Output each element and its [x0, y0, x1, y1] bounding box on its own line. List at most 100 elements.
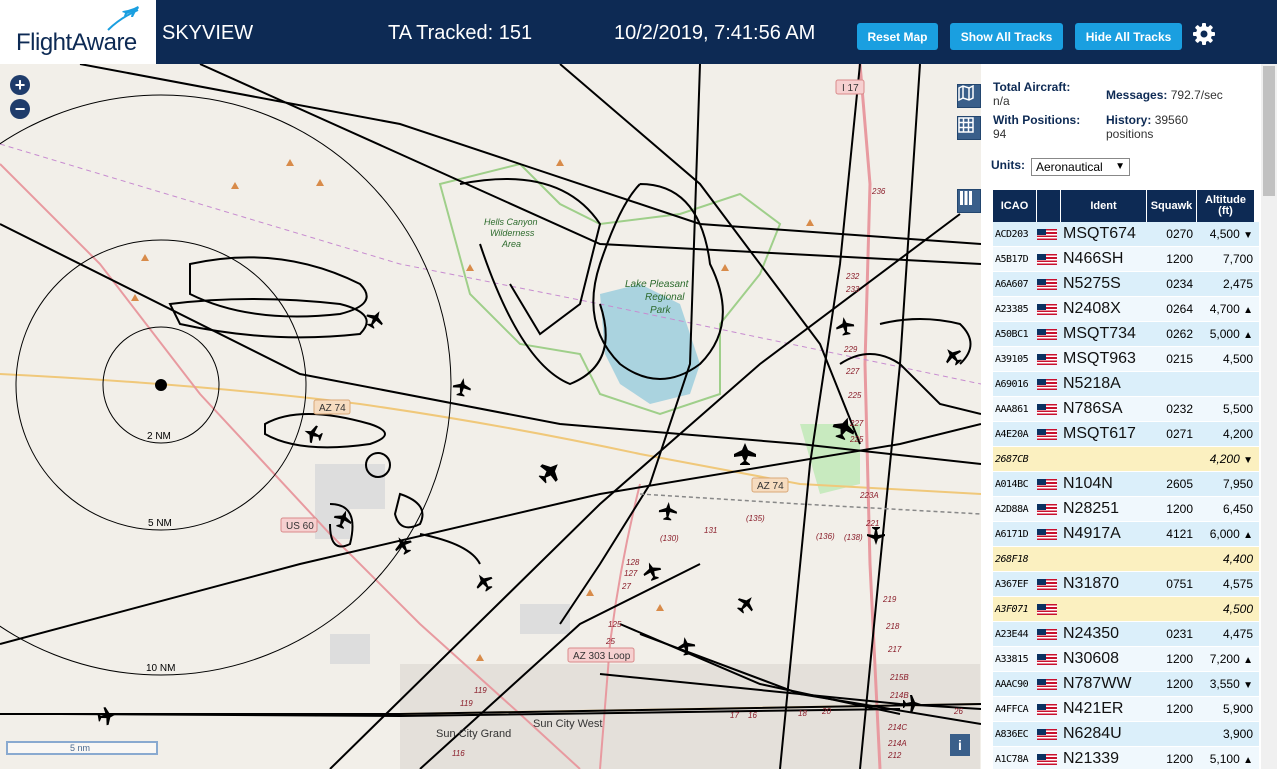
ident-cell: N104N [1063, 475, 1113, 492]
svg-text:20: 20 [821, 707, 831, 716]
table-row[interactable]: A4FFCA N421ER 1200 5,900 [993, 697, 1259, 722]
top-bar: FlightAware SKYVIEW TA Tracked: 151 10/2… [0, 0, 1277, 64]
table-row[interactable]: A23E44 N24350 0231 4,475 [993, 622, 1259, 647]
table-row[interactable]: A33815 N30608 1200 7,200 ▲ [993, 647, 1259, 672]
show-all-tracks-button[interactable]: Show All Tracks [950, 23, 1063, 50]
svg-text:227: 227 [849, 419, 864, 428]
flag-cell [1037, 628, 1061, 640]
ident-cell: N5275S [1063, 275, 1121, 292]
ident-cell: N5218A [1063, 375, 1121, 392]
flightaware-logo[interactable]: FlightAware [0, 0, 156, 64]
table-row[interactable]: AAAC90 N787WW 1200 3,550 ▼ [993, 672, 1259, 697]
table-row[interactable]: 2687CB 4,200 ▼ [993, 447, 1259, 472]
scale-label: 5 nm [70, 743, 91, 753]
col-altitude[interactable]: Altitude (ft) [1197, 190, 1255, 222]
altitude-cell: 7,950 [1197, 477, 1255, 491]
svg-text:232: 232 [845, 272, 860, 281]
ident-cell: N4917A [1063, 525, 1121, 542]
map-canvas[interactable]: 2 NM 5 NM 10 NM Hells Canyon Wilderness … [0, 64, 981, 769]
col-icao[interactable]: ICAO [993, 190, 1037, 222]
altitude-value: 5,000 [1209, 327, 1240, 341]
table-row[interactable]: A23385 N2408X 0264 4,700 ▲ [993, 297, 1259, 322]
map-layers-icon[interactable] [957, 84, 981, 108]
icao-cell: A4FFCA [995, 703, 1029, 715]
svg-text:127: 127 [624, 569, 638, 578]
altitude-cell: 4,500 [1197, 352, 1255, 366]
us-flag-icon [1037, 703, 1057, 715]
map-view[interactable]: 2 NM 5 NM 10 NM Hells Canyon Wilderness … [0, 64, 981, 769]
us-flag-icon [1037, 478, 1057, 490]
info-icon[interactable]: i [950, 734, 970, 756]
col-ident[interactable]: Ident [1061, 190, 1147, 222]
icao-cell: A4E20A [995, 428, 1029, 440]
altitude-cell: 4,575 [1197, 577, 1255, 591]
table-row[interactable]: ACD203 MSQT674 0270 4,500 ▼ [993, 222, 1259, 247]
units-select[interactable]: Aeronautical ▼ [1031, 158, 1130, 176]
svg-text:229: 229 [843, 345, 858, 354]
col-squawk[interactable]: Squawk [1147, 190, 1197, 222]
ident-cell: N28251 [1063, 500, 1120, 517]
table-row[interactable]: A6A607 N5275S 0234 2,475 [993, 272, 1259, 297]
scroll-thumb[interactable] [1263, 66, 1275, 196]
table-row[interactable]: A2D88A N28251 1200 6,450 [993, 497, 1259, 522]
svg-text:26: 26 [953, 707, 963, 716]
table-row[interactable]: AAA861 N786SA 0232 5,500 [993, 397, 1259, 422]
table-row[interactable]: A50BC1 MSQT734 0262 5,000 ▲ [993, 322, 1259, 347]
park-boundary [438, 162, 782, 416]
us-flag-icon [1037, 728, 1057, 740]
table-row[interactable]: A1C78A N21339 1200 5,100 ▲ [993, 747, 1259, 769]
table-row[interactable]: A3F071 4,500 [993, 597, 1259, 622]
squawk-cell: 0232 [1166, 402, 1193, 416]
grid-icon[interactable] [957, 116, 981, 140]
altitude-cell: 5,000 ▲ [1197, 327, 1255, 341]
reset-map-button[interactable]: Reset Map [857, 23, 938, 50]
squawk-cell: 0751 [1166, 577, 1193, 591]
table-row[interactable]: A69016 N5218A [993, 372, 1259, 397]
hide-all-tracks-button[interactable]: Hide All Tracks [1075, 23, 1182, 50]
receiver-site [155, 379, 167, 391]
altitude-value: 4,475 [1222, 627, 1253, 641]
town-sun-city-grand: Sun City Grand [436, 728, 511, 740]
table-row[interactable]: A6171D N4917A 4121 6,000 ▲ [993, 522, 1259, 547]
icao-cell: A50BC1 [995, 328, 1029, 340]
table-row[interactable]: A836EC N6284U 3,900 [993, 722, 1259, 747]
squawk-cell: 0264 [1166, 302, 1193, 316]
flag-cell [1037, 703, 1061, 715]
table-row[interactable]: A39105 MSQT963 0215 4,500 [993, 347, 1259, 372]
svg-text:214B: 214B [889, 691, 909, 700]
ident-cell: N31870 [1063, 575, 1120, 592]
total-aircraft-value: n/a [993, 94, 1010, 108]
road-label-az74: AZ 74 [319, 403, 346, 414]
flag-cell [1037, 303, 1061, 315]
gear-icon[interactable] [1190, 20, 1218, 48]
site-name: SKYVIEW [162, 22, 254, 44]
table-row[interactable]: A367EF N31870 0751 4,575 [993, 572, 1259, 597]
col-flag[interactable] [1037, 190, 1061, 222]
svg-text:219: 219 [882, 595, 897, 604]
altitude-cell: 4,400 [1197, 552, 1255, 566]
zoom-out-button[interactable]: − [10, 99, 30, 119]
aircraft-markers[interactable] [97, 307, 966, 727]
ident-cell: N6284U [1063, 725, 1122, 742]
zoom-in-button[interactable]: + [10, 75, 30, 95]
altitude-cell: 5,900 [1197, 702, 1255, 716]
icao-cell: ACD203 [995, 228, 1029, 240]
ring-label-10nm: 10 NM [146, 663, 175, 674]
icao-cell: A1C78A [995, 753, 1029, 765]
flag-cell [1037, 378, 1061, 390]
table-row[interactable]: 268F18 4,400 [993, 547, 1259, 572]
ident-cell: N787WW [1063, 675, 1132, 692]
altitude-value: 3,900 [1222, 727, 1253, 741]
table-row[interactable]: A014BC N104N 2605 7,950 [993, 472, 1259, 497]
trend-icon: ▲ [1243, 755, 1253, 766]
table-row[interactable]: A4E20A MSQT617 0271 4,200 [993, 422, 1259, 447]
table-row[interactable]: A5B17D N466SH 1200 7,700 [993, 247, 1259, 272]
squawk-cell: 0262 [1166, 327, 1193, 341]
columns-icon[interactable] [957, 189, 981, 213]
icao-cell: A33815 [995, 653, 1029, 665]
altitude-value: 7,200 [1209, 652, 1240, 666]
altitude-value: 5,100 [1209, 752, 1240, 766]
icao-cell: A014BC [995, 478, 1029, 490]
trend-icon: ▲ [1243, 305, 1253, 316]
ident-cell: N466SH [1063, 250, 1124, 267]
